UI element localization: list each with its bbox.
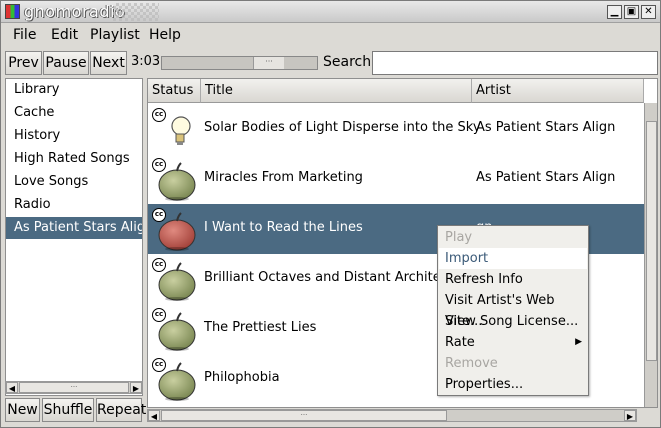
song-title: Brilliant Octaves and Distant Architects	[204, 270, 460, 285]
toolbar: Prev Pause Next 3:03 ··· Search:	[1, 49, 660, 77]
sidebar-item[interactable]: High Rated Songs	[6, 148, 142, 170]
menu-item-label: View Song License...	[445, 314, 579, 329]
progress-handle[interactable]: ···	[253, 57, 284, 69]
scroll-thumb[interactable]: ···	[19, 382, 129, 393]
maximize-icon[interactable]: ▣	[624, 5, 639, 19]
search-label: Search:	[323, 54, 376, 70]
menu-item-label: Import	[445, 251, 489, 266]
app-window: gnomoradio ▁ ▣ ✕ File Edit Playlist Help…	[0, 0, 661, 428]
titlebar-pattern	[113, 3, 159, 21]
song-artist: As Patient Stars Align	[476, 170, 616, 185]
sidebar-item[interactable]: As Patient Stars Align	[6, 217, 142, 239]
column-status[interactable]: Status	[148, 79, 201, 103]
creative-commons-icon: cc	[152, 258, 166, 272]
song-title: Philophobia	[204, 370, 280, 385]
song-artist: As Patient Stars Align	[476, 120, 616, 135]
shuffle-button[interactable]: Shuffle	[42, 398, 94, 422]
menu-item-import[interactable]: Import	[439, 248, 587, 269]
scroll-right-icon[interactable]: ▶	[624, 410, 636, 421]
window-title: gnomoradio	[24, 2, 126, 21]
table-row[interactable]: cc Miracles From Marketing As Patient Star…	[148, 154, 644, 204]
creative-commons-icon: cc	[152, 108, 166, 122]
new-button[interactable]: New	[5, 398, 40, 422]
song-title: Solar Bodies of Light Disperse into the …	[204, 120, 481, 135]
menu-item-label: Rate	[445, 335, 475, 350]
menu-item-label: Play	[445, 230, 473, 245]
column-title[interactable]: Title	[201, 79, 472, 103]
close-icon[interactable]: ✕	[641, 5, 656, 19]
menu-item-view-song-license[interactable]: View Song License...	[439, 311, 587, 332]
menu-item-label: Remove	[445, 356, 498, 371]
menu-playlist[interactable]: Playlist	[90, 27, 140, 43]
sidebar-item[interactable]: Library	[6, 79, 142, 101]
title-bar[interactable]: gnomoradio ▁ ▣ ✕	[1, 1, 660, 23]
song-title: Miracles From Marketing	[204, 170, 363, 185]
sidebar-item[interactable]: History	[6, 125, 142, 147]
progress-slider[interactable]: ···	[161, 56, 318, 70]
scroll-left-icon[interactable]: ◀	[6, 382, 18, 393]
menu-item-refresh-info[interactable]: Refresh Info	[439, 269, 587, 290]
search-input[interactable]	[372, 51, 658, 75]
prev-button[interactable]: Prev	[5, 51, 42, 75]
playlist-sidebar: Library Cache History High Rated Songs Love …	[5, 78, 143, 396]
menu-item-play: Play	[439, 227, 587, 248]
creative-commons-icon: cc	[152, 208, 166, 222]
column-artist[interactable]: Artist	[472, 79, 644, 103]
scroll-left-icon[interactable]: ◀	[148, 410, 160, 421]
sidebar-item[interactable]: Love Songs	[6, 171, 142, 193]
creative-commons-icon: cc	[152, 358, 166, 372]
menu-item-rate[interactable]: Rate ▶	[439, 332, 587, 353]
song-title: The Prettiest Lies	[204, 320, 317, 335]
menu-file[interactable]: File	[13, 27, 36, 43]
song-title: I Want to Read the Lines	[204, 220, 363, 235]
sidebar-item[interactable]: Cache	[6, 102, 142, 124]
menu-item-label: Refresh Info	[445, 272, 523, 287]
context-menu: Play Import Refresh Info Visit Artist's Web…	[437, 225, 589, 396]
list-vscrollbar[interactable]	[644, 103, 657, 407]
scroll-thumb[interactable]: ···	[161, 410, 447, 421]
next-button[interactable]: Next	[90, 51, 127, 75]
submenu-arrow-icon: ▶	[575, 337, 582, 347]
repeat-button[interactable]: Repeat	[96, 398, 146, 422]
menu-item-properties[interactable]: Properties...	[439, 374, 587, 395]
elapsed-time: 3:03	[131, 54, 161, 69]
table-row[interactable]: cc Solar Bodies of Light Disperse into th…	[148, 104, 644, 154]
pause-button[interactable]: Pause	[43, 51, 89, 75]
creative-commons-icon: cc	[152, 158, 166, 172]
sidebar-item[interactable]: Radio	[6, 194, 142, 216]
menu-bar: File Edit Playlist Help	[1, 23, 660, 48]
menu-edit[interactable]: Edit	[51, 27, 78, 43]
menu-help[interactable]: Help	[149, 27, 181, 43]
sidebar-hscrollbar[interactable]: ◀ ··· ▶	[5, 381, 143, 394]
list-hscrollbar[interactable]: ◀ ··· ▶	[147, 409, 637, 422]
menu-item-visit-artist-s-web-site[interactable]: Visit Artist's Web Site...	[439, 290, 587, 329]
app-icon	[5, 4, 20, 19]
scroll-right-icon[interactable]: ▶	[130, 382, 142, 393]
minimize-icon[interactable]: ▁	[607, 5, 622, 19]
menu-item-label: Properties...	[445, 377, 524, 392]
creative-commons-icon: cc	[152, 308, 166, 322]
menu-item-remove: Remove	[439, 353, 587, 374]
scroll-thumb[interactable]	[646, 121, 657, 361]
